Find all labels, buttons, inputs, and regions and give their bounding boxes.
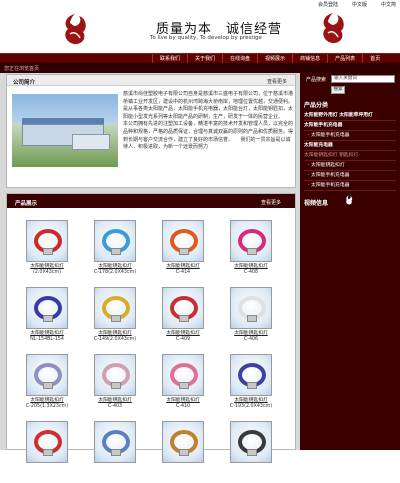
product-image[interactable] [26, 354, 68, 396]
product-code: C-193(2.0X43cm) [229, 404, 273, 409]
category-item[interactable]: 太阳能充电器 [304, 141, 396, 151]
product-card[interactable] [221, 421, 281, 483]
products-more-link[interactable]: 查看更多 [261, 199, 281, 206]
product-card[interactable]: 太阳能钥匙扣灯 C-409 [153, 287, 213, 349]
product-code: C-406 [243, 337, 259, 342]
product-image[interactable] [94, 421, 136, 463]
collar-buckle [111, 315, 121, 322]
sidebar: 产品搜索 输入关键词 搜索 产品分类 太阳能野外用灯 太阳能草坪用灯 太阳能手机充… [300, 73, 400, 450]
search-label: 产品搜索 [306, 77, 327, 83]
product-card[interactable]: 太阳能钥匙扣灯 C-193(2.0X43cm) [221, 354, 281, 416]
product-image[interactable] [162, 421, 204, 463]
product-code: C-403 [107, 404, 123, 409]
chinese-simplified-link[interactable]: 中文简 [381, 1, 396, 8]
product-image[interactable] [230, 287, 272, 329]
product-image[interactable] [162, 287, 204, 329]
product-code: C-205(1.3X23cm) [25, 404, 69, 409]
factory-image [12, 94, 118, 167]
category-item[interactable]: · 太阳能手机充电器 [304, 181, 396, 191]
product-image[interactable] [94, 354, 136, 396]
product-image[interactable] [94, 220, 136, 262]
product-image[interactable] [162, 220, 204, 262]
products-panel: 产品展示 查看更多 太阳能钥匙扣灯 (2.0X43cm) 太阳能钥匙扣灯 C-178(… [6, 193, 296, 463]
product-card[interactable]: 太阳能钥匙扣灯 C-406 [221, 287, 281, 349]
collar-buckle [179, 449, 189, 456]
category-item[interactable]: · 太阳能手机充电器 [304, 171, 396, 181]
top-links: 会员登陆 中文版 中文简 [318, 0, 396, 8]
product-card[interactable]: 太阳能钥匙扣灯 C-178(2.0X43cm) [85, 220, 145, 282]
video-title: 视频信息 [304, 200, 329, 207]
collar-buckle [247, 449, 257, 456]
search-button[interactable]: 搜索 [331, 86, 345, 94]
chinese-link[interactable]: 中文版 [352, 1, 367, 8]
product-card[interactable]: 太阳能钥匙扣灯 C-149(2.0X43cm) [85, 287, 145, 349]
product-image[interactable] [230, 421, 272, 463]
location-text: 您正在浏览首页 [4, 66, 40, 72]
product-code: (2.0X43cm) [32, 270, 62, 275]
product-card[interactable] [153, 421, 213, 483]
product-card[interactable]: 太阳能钥匙扣灯 (2.0X43cm) [17, 220, 77, 282]
product-code: NL-154BL-154 [30, 337, 64, 342]
dragon-logo-icon [346, 195, 353, 205]
category-item[interactable]: · 太阳能钥匙扣灯 [304, 161, 396, 171]
company-intro-panel: 公司简介 查看更多 慈溪市尚佳塑胶电子有限公司自身是慈溪市三盛电子有限公司，位于… [6, 74, 296, 188]
product-code: C-408 [243, 270, 259, 275]
collar-buckle [43, 315, 53, 322]
product-grid: 太阳能钥匙扣灯 (2.0X43cm) 太阳能钥匙扣灯 C-178(2.0X43cm) 太… [17, 220, 287, 483]
product-image[interactable] [26, 421, 68, 463]
collar-buckle [179, 382, 189, 389]
category-list: 太阳能野外用灯 太阳能草坪用灯 太阳能手机充电器 · 太阳能手机充电器 太阳能充电器太… [304, 111, 396, 191]
product-code: C-178(2.0X43cm) [93, 270, 137, 275]
collar-buckle [179, 248, 189, 255]
collar-buckle [43, 248, 53, 255]
product-card[interactable]: 太阳能钥匙扣灯 C-408 [221, 220, 281, 282]
product-card[interactable]: 太阳能钥匙扣灯 NL-154BL-154 [17, 287, 77, 349]
main-nav: 联系我们 关于我们 在线询盘 视频展示 商铺信息 产品列表 首页 [0, 53, 400, 64]
dragon-logo-icon [65, 14, 86, 45]
header: 质量为本 诚信经营 To live by quality, To develop… [0, 8, 400, 53]
collar-buckle [43, 382, 53, 389]
products-title: 产品展示 [15, 201, 38, 207]
collar-buckle [111, 382, 121, 389]
product-card[interactable] [17, 421, 77, 483]
collar-buckle [247, 248, 257, 255]
product-image[interactable] [230, 354, 272, 396]
category-item[interactable]: 太阳能手机充电器 [304, 121, 396, 131]
product-image[interactable] [26, 220, 68, 262]
product-card[interactable]: 太阳能钥匙扣灯 C-410 [153, 354, 213, 416]
product-card[interactable]: 太阳能钥匙扣灯 C-414 [153, 220, 213, 282]
collar-buckle [111, 449, 121, 456]
collar-buckle [247, 382, 257, 389]
product-image[interactable] [230, 220, 272, 262]
intro-title: 公司简介 [13, 80, 36, 86]
product-image[interactable] [162, 354, 204, 396]
location-bar: 您正在浏览首页 [0, 63, 400, 73]
product-code: C-414 [175, 270, 191, 275]
product-image[interactable] [94, 287, 136, 329]
product-code: C-409 [175, 337, 191, 342]
products-header: 产品展示 查看更多 [7, 194, 295, 210]
category-item[interactable]: 太阳能钥匙扣灯 钥匙扣灯 [304, 151, 396, 161]
collar-buckle [43, 449, 53, 456]
dragon-logo-icon [323, 13, 344, 44]
collar-buckle [179, 315, 189, 322]
category-item[interactable]: 太阳能野外用灯 太阳能草坪用灯 [304, 111, 396, 121]
slogan-english: To live by quality, To develop by presti… [150, 35, 262, 41]
product-card[interactable]: 太阳能钥匙扣灯 C-403 [85, 354, 145, 416]
intro-text: 慈溪市尚佳塑胶电子有限公司自身是慈溪市三盛电子有限公司，位于慈溪市港桥镇工业开发… [123, 91, 294, 151]
search-input[interactable]: 输入关键词 [331, 75, 395, 83]
product-image[interactable] [26, 287, 68, 329]
product-code: C-410 [175, 404, 191, 409]
category-item[interactable]: · 太阳能手机充电器 [304, 131, 396, 141]
intro-more-link[interactable]: 查看更多 [267, 78, 287, 85]
collar-buckle [247, 315, 257, 322]
product-code: C-149(2.0X43cm) [93, 337, 137, 342]
login-link[interactable]: 会员登陆 [318, 1, 338, 8]
product-card[interactable]: 太阳能钥匙扣灯 C-205(1.3X23cm) [17, 354, 77, 416]
intro-header: 公司简介 查看更多 [7, 75, 295, 86]
product-card[interactable] [85, 421, 145, 483]
collar-buckle [111, 248, 121, 255]
category-title: 产品分类 [304, 102, 329, 109]
